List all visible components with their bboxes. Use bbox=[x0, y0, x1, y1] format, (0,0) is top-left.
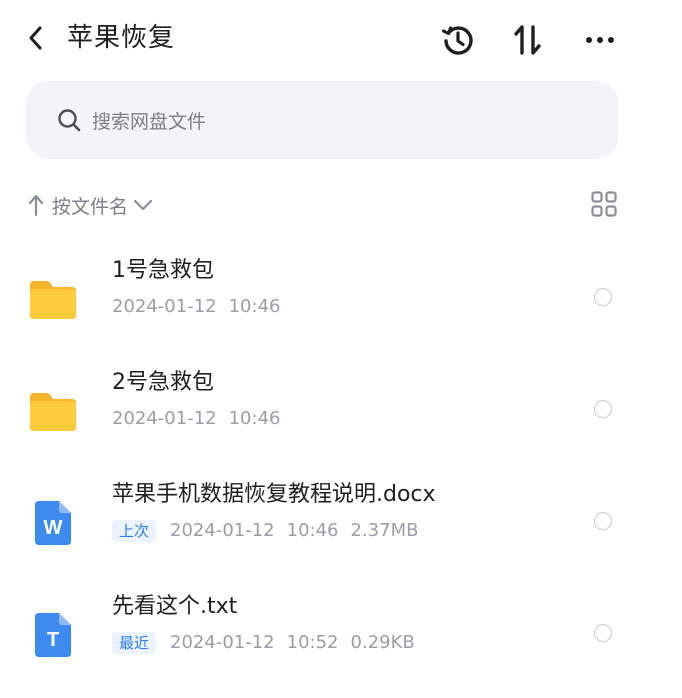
sort-label: 按文件名 bbox=[52, 195, 129, 218]
list-item[interactable]: T 先看这个.txt 最近 2024-01-12 10:52 0.29KB bbox=[0, 586, 682, 698]
file-meta: 最近 2024-01-12 10:52 0.29KB bbox=[112, 630, 415, 656]
top-bar: 苹果恢复 bbox=[0, 0, 682, 78]
back-button[interactable] bbox=[20, 22, 52, 54]
search-icon bbox=[56, 107, 82, 133]
file-date: 2024-01-12 bbox=[170, 520, 275, 541]
list-item[interactable]: W 苹果手机数据恢复教程说明.docx 上次 2024-01-12 10:46 … bbox=[0, 474, 682, 586]
sort-by-name-toggle[interactable]: 按文件名 bbox=[26, 190, 154, 220]
chevron-left-icon bbox=[29, 26, 42, 50]
select-radio[interactable] bbox=[594, 288, 612, 306]
folder-icon bbox=[26, 386, 80, 436]
file-name: 苹果手机数据恢复教程说明.docx bbox=[112, 482, 436, 507]
file-meta: 2024-01-12 10:46 bbox=[112, 406, 280, 432]
more-dots-icon bbox=[586, 37, 614, 43]
list-item[interactable]: 2号急救包 2024-01-12 10:46 bbox=[0, 362, 682, 474]
search-placeholder: 搜索网盘文件 bbox=[92, 110, 207, 133]
file-date: 2024-01-12 bbox=[170, 632, 275, 653]
chevron-down-icon bbox=[133, 199, 153, 211]
select-radio[interactable] bbox=[594, 400, 612, 418]
page-title: 苹果恢复 bbox=[67, 23, 176, 53]
list-item[interactable]: 1号急救包 2024-01-12 10:46 bbox=[0, 250, 682, 362]
sort-arrows-icon bbox=[514, 25, 541, 55]
file-size: 0.29KB bbox=[350, 632, 415, 653]
select-radio[interactable] bbox=[594, 624, 612, 642]
grid-view-button[interactable] bbox=[588, 188, 620, 220]
file-name: 1号急救包 bbox=[112, 258, 214, 283]
file-meta: 2024-01-12 10:46 bbox=[112, 294, 280, 320]
file-date: 2024-01-12 bbox=[112, 296, 217, 317]
arrow-up-icon bbox=[28, 194, 44, 217]
status-badge: 最近 bbox=[112, 632, 157, 654]
file-time: 10:46 bbox=[286, 520, 339, 541]
history-icon bbox=[441, 26, 473, 55]
txt-file-icon: T bbox=[26, 610, 80, 660]
file-name: 2号急救包 bbox=[112, 370, 214, 395]
txt-icon-letter: T bbox=[47, 629, 59, 651]
history-button[interactable] bbox=[438, 20, 478, 60]
folder-icon bbox=[26, 274, 80, 324]
status-badge: 上次 bbox=[112, 520, 157, 542]
file-time: 10:46 bbox=[228, 408, 281, 429]
word-icon-letter: W bbox=[44, 517, 63, 539]
word-doc-icon: W bbox=[26, 498, 80, 548]
file-meta: 上次 2024-01-12 10:46 2.37MB bbox=[112, 518, 418, 544]
more-button[interactable] bbox=[580, 20, 620, 60]
file-time: 10:52 bbox=[286, 632, 339, 653]
file-time: 10:46 bbox=[228, 296, 281, 317]
grid-view-icon bbox=[591, 191, 617, 217]
sort-button[interactable] bbox=[508, 20, 548, 60]
file-name: 先看这个.txt bbox=[112, 594, 238, 619]
file-size: 2.37MB bbox=[350, 520, 419, 541]
select-radio[interactable] bbox=[594, 512, 612, 530]
file-date: 2024-01-12 bbox=[112, 408, 217, 429]
search-input[interactable]: 搜索网盘文件 bbox=[26, 81, 618, 159]
